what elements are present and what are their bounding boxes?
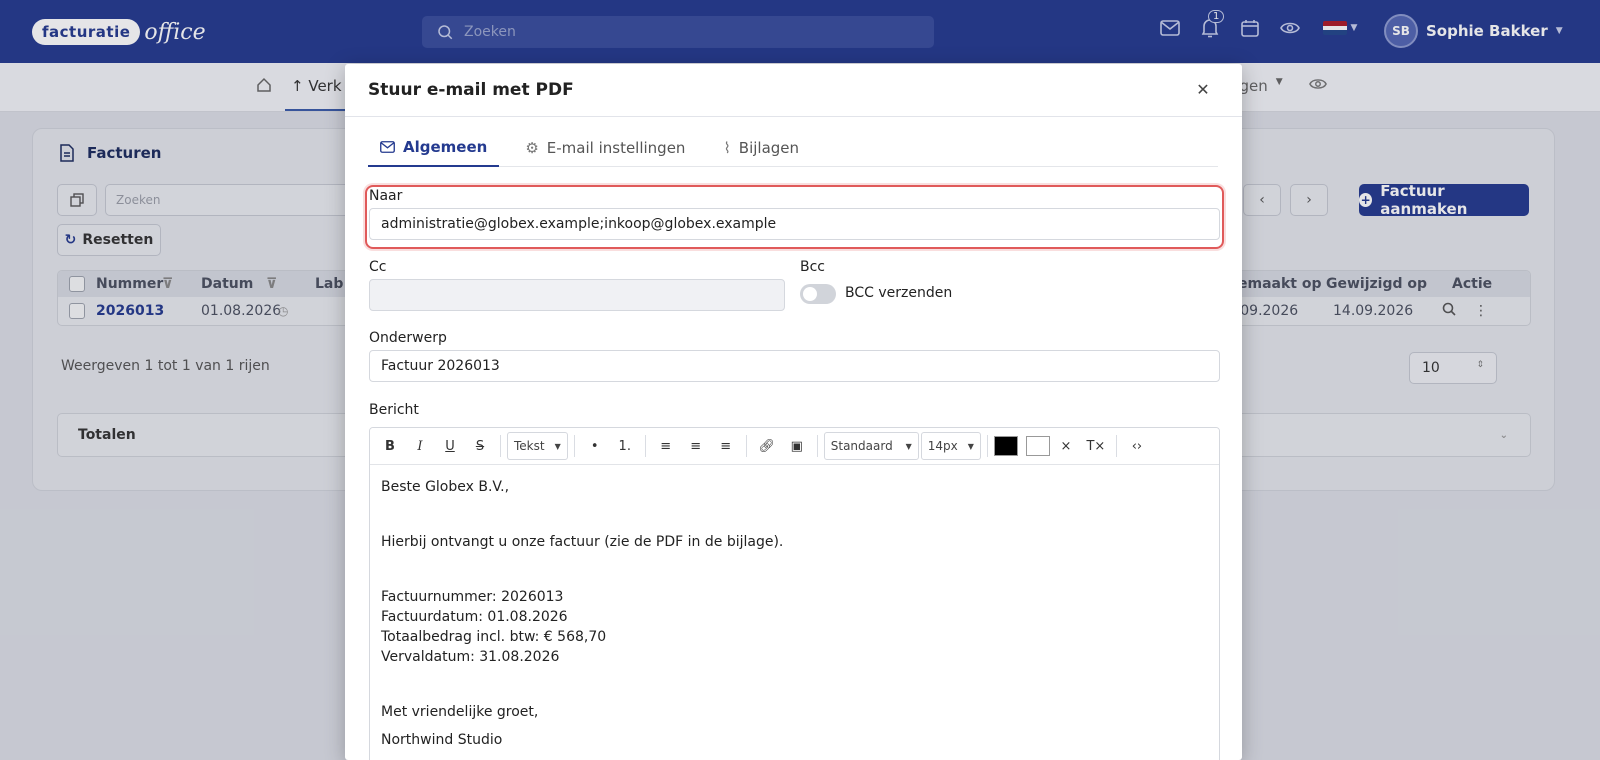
- cc-input[interactable]: [369, 279, 785, 311]
- align-left-icon[interactable]: ≡: [652, 432, 680, 460]
- gear-icon: ⚙: [525, 139, 539, 157]
- modal-title: Stuur e-mail met PDF: [368, 80, 574, 100]
- close-icon[interactable]: ✕: [1194, 81, 1212, 99]
- message-line: Beste Globex B.V.,: [381, 479, 510, 495]
- background-color-swatch[interactable]: [1025, 436, 1050, 456]
- message-line: Factuurdatum: 01.08.2026: [381, 609, 568, 625]
- chevron-down-icon: ▼: [967, 441, 974, 451]
- link-icon[interactable]: 🔗︎: [753, 432, 781, 460]
- message-line: [381, 512, 1208, 532]
- message-editor: B I U S Tekst ▼ • 1. ≡ ≡ ≡ 🔗︎ ▣ Standaar…: [369, 427, 1220, 760]
- numbered-list-icon[interactable]: 1.: [611, 432, 639, 460]
- modal-tabs: Algemeen ⚙ E-mail instellingen ⌇ Bijlage…: [368, 129, 1218, 167]
- tab-algemeen-label: Algemeen: [403, 138, 488, 156]
- size-select[interactable]: 14px ▼: [920, 432, 981, 460]
- paperclip-icon: ⌇: [723, 139, 731, 157]
- align-center-icon[interactable]: ≡: [682, 432, 710, 460]
- naar-label: Naar: [369, 188, 403, 204]
- send-email-modal: Stuur e-mail met PDF ✕ Algemeen ⚙ E-mail…: [345, 64, 1242, 760]
- modal-header: Stuur e-mail met PDF ✕: [345, 64, 1242, 117]
- message-line: Hierbij ontvangt u onze factuur (zie de …: [381, 534, 784, 550]
- message-line: Vervaldatum: 31.08.2026: [381, 649, 560, 665]
- font-select[interactable]: Standaard ▼: [823, 432, 919, 460]
- tab-email-instellingen-label: E-mail instellingen: [546, 139, 686, 157]
- clear-color-icon[interactable]: ×: [1052, 432, 1080, 460]
- naar-value: administratie@globex.example;inkoop@glob…: [381, 216, 777, 232]
- message-line: Northwind Studio: [381, 732, 503, 748]
- bericht-label: Bericht: [369, 402, 419, 418]
- bcc-toggle[interactable]: [800, 284, 836, 304]
- format-select[interactable]: Tekst ▼: [507, 432, 568, 460]
- message-line: Totaalbedrag incl. btw: € 568,70: [381, 629, 607, 645]
- underline-icon[interactable]: U: [436, 432, 464, 460]
- tab-bijlagen-label: Bijlagen: [738, 139, 800, 157]
- size-select-value: 14px: [927, 439, 958, 453]
- tab-algemeen[interactable]: Algemeen: [368, 129, 500, 167]
- chevron-down-icon: ▼: [554, 441, 561, 451]
- image-icon[interactable]: ▣: [783, 432, 811, 460]
- onderwerp-input[interactable]: Factuur 2026013: [369, 350, 1220, 382]
- align-right-icon[interactable]: ≡: [712, 432, 740, 460]
- bold-icon[interactable]: B: [376, 432, 404, 460]
- message-body[interactable]: Beste Globex B.V., Hierbij ontvangt u on…: [370, 465, 1219, 760]
- chevron-down-icon: ▼: [905, 441, 912, 451]
- bcc-toggle-label: BCC verzenden: [845, 285, 953, 301]
- font-select-value: Standaard: [830, 439, 893, 453]
- message-line: Met vriendelijke groet,: [381, 704, 539, 720]
- text-color-swatch[interactable]: [993, 436, 1018, 456]
- code-view-icon[interactable]: ‹›: [1123, 432, 1151, 460]
- onderwerp-value: Factuur 2026013: [381, 358, 500, 374]
- cc-label: Cc: [369, 259, 387, 275]
- naar-input[interactable]: administratie@globex.example;inkoop@glob…: [369, 208, 1220, 240]
- format-select-value: Tekst: [514, 439, 545, 453]
- message-line: [381, 682, 1208, 702]
- onderwerp-label: Onderwerp: [369, 330, 447, 346]
- tab-bijlagen[interactable]: ⌇ Bijlagen: [711, 129, 811, 167]
- message-line: Factuurnummer: 2026013: [381, 589, 564, 605]
- strikethrough-icon[interactable]: S: [466, 432, 494, 460]
- editor-toolbar: B I U S Tekst ▼ • 1. ≡ ≡ ≡ 🔗︎ ▣ Standaar…: [370, 428, 1219, 465]
- envelope-icon: [380, 141, 395, 153]
- tab-email-instellingen[interactable]: ⚙ E-mail instellingen: [513, 129, 697, 167]
- italic-icon[interactable]: I: [406, 432, 434, 460]
- clear-format-icon[interactable]: T×: [1082, 432, 1110, 460]
- bcc-label: Bcc: [800, 259, 825, 275]
- bullet-list-icon[interactable]: •: [581, 432, 609, 460]
- message-line: [381, 567, 1208, 587]
